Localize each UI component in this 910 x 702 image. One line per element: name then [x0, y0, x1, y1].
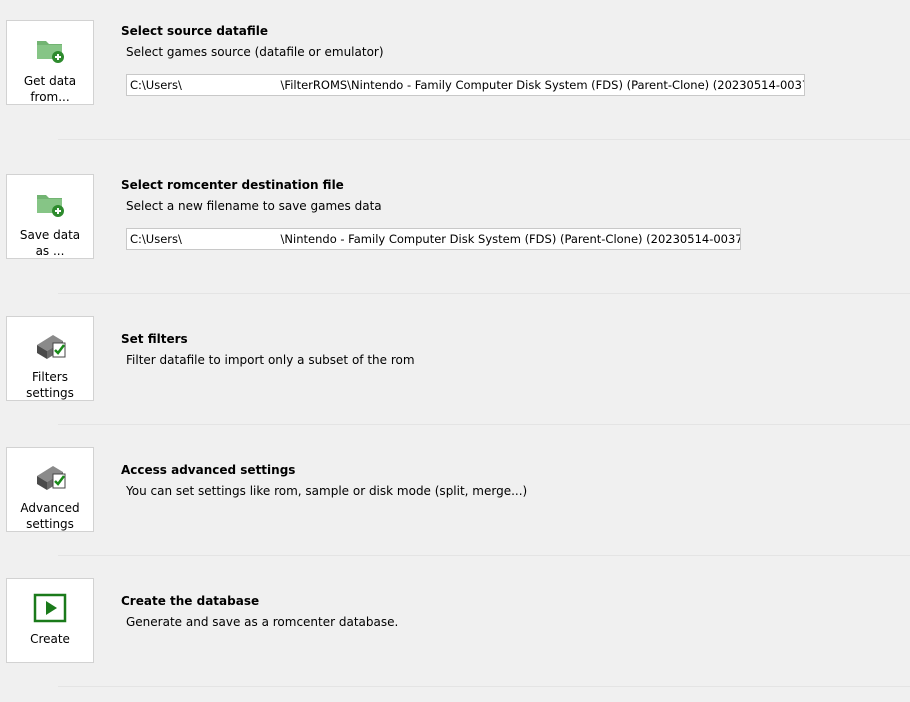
- create-database-title: Create the database: [121, 594, 260, 608]
- get-data-button[interactable]: Get data from...: [6, 20, 94, 105]
- settings-check-icon: [7, 462, 93, 492]
- advanced-settings-title: Access advanced settings: [121, 463, 296, 477]
- advanced-settings-button[interactable]: Advanced settings: [6, 447, 94, 532]
- source-datafile-path-field[interactable]: C:\Users\ \FilterROMS\Nintendo - Family …: [126, 74, 805, 96]
- save-data-button[interactable]: Save data as ...: [6, 174, 94, 259]
- source-datafile-description: Select games source (datafile or emulato…: [126, 45, 384, 59]
- set-filters-title: Set filters: [121, 332, 188, 346]
- settings-check-icon: [7, 331, 93, 361]
- create-button-label: Create: [30, 632, 70, 646]
- get-data-button-label: Get data from...: [23, 74, 77, 104]
- destination-file-title: Select romcenter destination file: [121, 178, 344, 192]
- separator: [58, 424, 910, 425]
- filters-settings-button[interactable]: Filters settings: [6, 316, 94, 401]
- set-filters-description: Filter datafile to import only a subset …: [126, 353, 415, 367]
- separator: [58, 686, 910, 687]
- destination-file-path-field[interactable]: C:\Users\ \Nintendo - Family Computer Di…: [126, 228, 741, 250]
- destination-file-description: Select a new filename to save games data: [126, 199, 382, 213]
- separator: [58, 139, 910, 140]
- source-datafile-title: Select source datafile: [121, 24, 269, 38]
- filters-settings-button-label: Filters settings: [26, 370, 74, 400]
- save-data-button-label: Save data as ...: [19, 228, 81, 258]
- separator: [58, 293, 910, 294]
- advanced-settings-description: You can set settings like rom, sample or…: [126, 484, 528, 498]
- create-database-description: Generate and save as a romcenter databas…: [126, 615, 399, 629]
- create-button[interactable]: Create: [6, 578, 94, 663]
- folder-add-icon: [7, 35, 93, 65]
- advanced-settings-button-label: Advanced settings: [20, 501, 80, 531]
- folder-add-icon: [7, 189, 93, 219]
- separator: [58, 555, 910, 556]
- play-icon: [7, 593, 93, 623]
